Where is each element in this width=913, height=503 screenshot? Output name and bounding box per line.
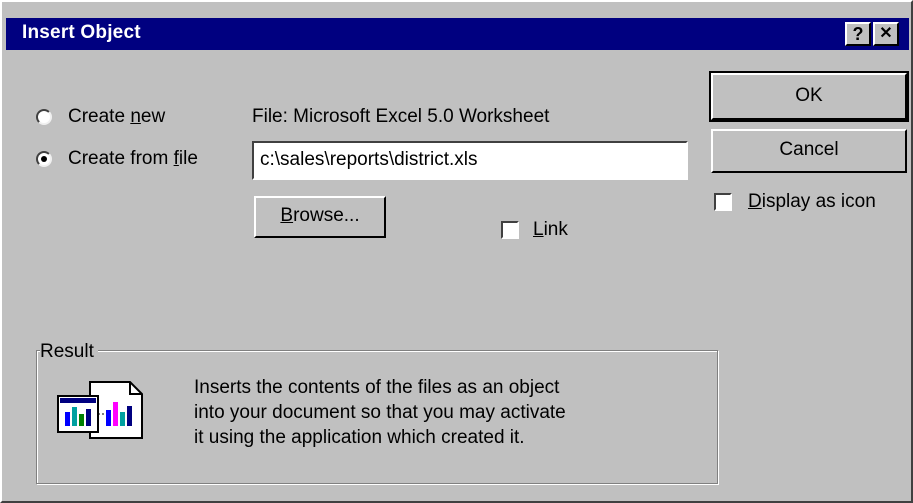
help-icon: ? bbox=[852, 24, 864, 44]
browse-button[interactable]: Browse... bbox=[254, 196, 386, 238]
link-label[interactable]: Link bbox=[533, 219, 568, 241]
result-description-line-2: into your document so that you may activ… bbox=[194, 402, 566, 423]
ok-button[interactable]: OK bbox=[709, 71, 909, 122]
create-new-label-prefix: Create bbox=[68, 106, 131, 127]
create-new-radio[interactable] bbox=[36, 109, 52, 125]
link-label-rest: ink bbox=[543, 219, 568, 240]
radio-selected-dot bbox=[41, 156, 47, 162]
close-icon: ✕ bbox=[879, 25, 893, 42]
linked-documents-chart-icon bbox=[57, 381, 143, 439]
display-as-icon-label[interactable]: Display as icon bbox=[748, 191, 876, 213]
close-button[interactable]: ✕ bbox=[873, 22, 899, 46]
link-accel: L bbox=[533, 219, 544, 240]
link-checkbox[interactable] bbox=[501, 221, 519, 239]
display-as-icon-accel: D bbox=[748, 191, 762, 212]
result-description-line-3: it using the application which created i… bbox=[194, 427, 525, 448]
cancel-button[interactable]: Cancel bbox=[711, 129, 907, 173]
create-new-label-suffix: ew bbox=[140, 106, 166, 127]
result-description-line-1: Inserts the contents of the files as an … bbox=[194, 377, 560, 398]
file-path-input[interactable]: c:\sales\reports\district.xls bbox=[252, 141, 688, 180]
browse-label: rowse... bbox=[293, 205, 360, 226]
display-as-icon-checkbox[interactable] bbox=[714, 193, 732, 211]
create-from-file-label[interactable]: Create from file bbox=[68, 148, 198, 170]
create-new-accel: n bbox=[130, 106, 141, 127]
title-bar[interactable]: Insert Object ? ✕ bbox=[6, 18, 909, 50]
insert-object-dialog: Insert Object ? ✕ Create new Create from… bbox=[0, 0, 913, 503]
help-button[interactable]: ? bbox=[845, 22, 871, 46]
file-type-label: File: Microsoft Excel 5.0 Worksheet bbox=[252, 106, 550, 127]
display-as-icon-label-rest: isplay as icon bbox=[761, 191, 876, 212]
result-label: Result bbox=[40, 341, 98, 363]
browse-accel: B bbox=[280, 205, 294, 226]
create-new-label[interactable]: Create new bbox=[68, 106, 165, 128]
dialog-title: Insert Object bbox=[22, 22, 141, 43]
create-from-file-label-suffix: ile bbox=[178, 148, 198, 169]
create-from-file-label-prefix: Create from bbox=[68, 148, 174, 169]
create-from-file-radio[interactable] bbox=[36, 151, 52, 167]
